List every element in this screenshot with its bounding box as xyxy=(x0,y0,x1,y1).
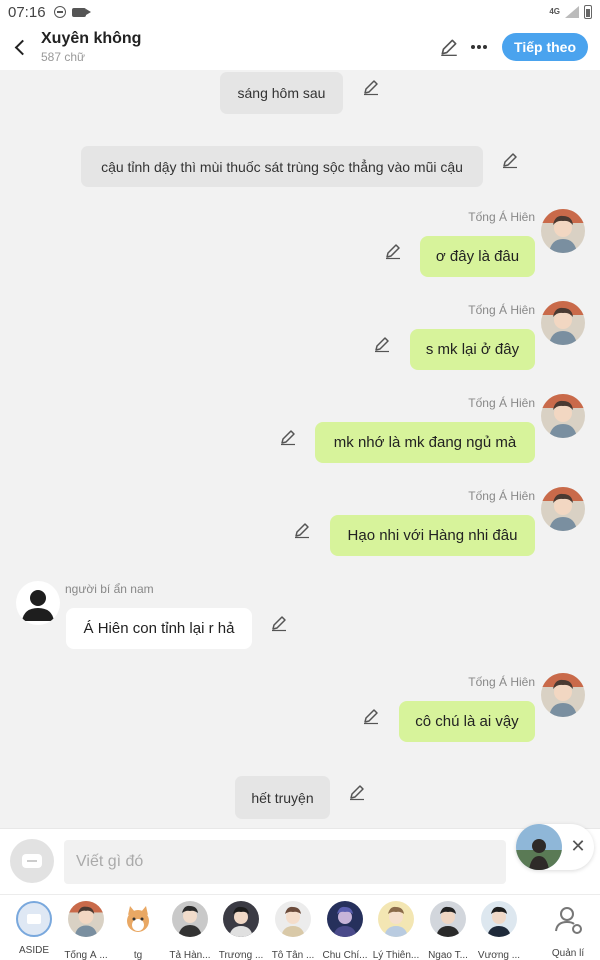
aside-avatar xyxy=(16,901,52,937)
character-bar: ASIDE Tống Á ... tg Tả Hàn... Trương ... xyxy=(0,894,600,960)
message-bubble[interactable]: Á Hiên con tỉnh lại r hả xyxy=(66,608,252,649)
avatar xyxy=(430,901,466,937)
character-name: Ngao T... xyxy=(428,950,468,960)
message-bubble[interactable]: cô chú là ai vậy xyxy=(399,701,535,742)
character-name: Tống Á ... xyxy=(64,950,108,960)
message-input[interactable]: Viết gì đó xyxy=(64,840,506,884)
edit-icon[interactable] xyxy=(384,242,402,260)
character-item[interactable]: Trương ... xyxy=(215,901,267,960)
avatar[interactable] xyxy=(16,581,60,625)
avatar[interactable] xyxy=(541,487,585,531)
speaker-name: Tống Á Hiên xyxy=(468,210,535,224)
character-item[interactable]: Vương ... xyxy=(473,901,525,960)
character-name: Chu Chí... xyxy=(322,950,368,960)
avatar xyxy=(481,901,517,937)
aside-icon xyxy=(22,854,42,868)
edit-icon[interactable] xyxy=(362,707,380,725)
manage-label: Quản lí xyxy=(551,948,585,959)
speaker-name: Tống Á Hiên xyxy=(468,489,535,503)
character-item[interactable]: Ngao T... xyxy=(422,901,474,960)
user-gear-icon xyxy=(555,907,582,934)
avatar[interactable] xyxy=(541,394,585,438)
back-icon xyxy=(14,39,30,55)
character-name: Tả Hàn... xyxy=(169,950,211,960)
do-not-disturb-icon xyxy=(53,6,66,18)
floating-avatar[interactable] xyxy=(516,824,562,870)
manage-characters-button[interactable]: Quản lí xyxy=(544,901,592,959)
aside-toggle-button[interactable] xyxy=(10,839,54,883)
character-name: tg xyxy=(133,950,143,960)
status-time: 07:16 xyxy=(8,3,46,21)
story-title: Xuyên không xyxy=(41,30,142,47)
signal-icon xyxy=(565,6,579,18)
character-item[interactable]: Chu Chí... xyxy=(319,901,371,960)
narration-bubble[interactable]: hết truyện xyxy=(235,776,330,819)
edit-icon[interactable] xyxy=(348,783,366,801)
character-name: ASIDE xyxy=(18,945,49,956)
floating-character-chip[interactable]: ✕ xyxy=(516,824,594,870)
next-button[interactable]: Tiếp theo xyxy=(502,33,588,61)
edit-icon[interactable] xyxy=(279,428,297,446)
edit-icon[interactable] xyxy=(362,78,380,96)
back-button[interactable] xyxy=(2,24,36,70)
avatar xyxy=(378,901,414,937)
avatar xyxy=(275,901,311,937)
avatar xyxy=(172,901,208,937)
edit-icon xyxy=(439,37,459,57)
character-item[interactable]: Tô Tân ... xyxy=(267,901,319,960)
app-header: Xuyên không 587 chữ Tiếp theo xyxy=(0,24,600,70)
character-item[interactable]: tg xyxy=(112,901,164,960)
chat-area: sáng hôm sau cậu tỉnh dậy thì mùi thuốc … xyxy=(0,70,600,828)
avatar[interactable] xyxy=(541,209,585,253)
edit-icon[interactable] xyxy=(293,521,311,539)
edit-button[interactable] xyxy=(434,32,464,62)
edit-icon[interactable] xyxy=(373,335,391,353)
avatar xyxy=(223,901,259,937)
character-item-aside[interactable]: ASIDE xyxy=(8,901,60,956)
message-bubble[interactable]: s mk lại ở đây xyxy=(410,329,535,370)
battery-icon xyxy=(584,5,592,19)
character-name: Tô Tân ... xyxy=(271,950,315,960)
edit-icon[interactable] xyxy=(501,151,519,169)
character-name: Trương ... xyxy=(218,950,264,960)
character-name: Vương ... xyxy=(477,950,521,960)
avatar xyxy=(327,901,363,937)
speaker-name: Tống Á Hiên xyxy=(468,396,535,410)
composer: Viết gì đó xyxy=(0,828,600,894)
network-type: 4G xyxy=(549,7,560,16)
narration-bubble[interactable]: cậu tỉnh dậy thì mùi thuốc sát trùng sộc… xyxy=(81,146,483,187)
message-bubble[interactable]: mk nhớ là mk đang ngủ mà xyxy=(315,422,535,463)
more-button[interactable] xyxy=(464,32,494,62)
avatar[interactable] xyxy=(541,301,585,345)
speaker-name: Tống Á Hiên xyxy=(468,303,535,317)
speaker-name: Tống Á Hiên xyxy=(468,675,535,689)
status-bar: 07:16 4G xyxy=(0,0,600,24)
narration-bubble[interactable]: sáng hôm sau xyxy=(220,72,343,114)
word-count: 587 chữ xyxy=(41,50,86,64)
avatar xyxy=(68,901,104,937)
avatar[interactable] xyxy=(541,673,585,717)
character-item[interactable]: Lý Thiên... xyxy=(370,901,422,960)
speaker-name: người bí ẩn nam xyxy=(65,582,154,596)
video-camera-icon xyxy=(71,7,91,17)
avatar xyxy=(120,901,156,937)
more-icon xyxy=(471,45,488,49)
close-icon[interactable]: ✕ xyxy=(568,836,588,856)
edit-icon[interactable] xyxy=(270,614,288,632)
message-bubble[interactable]: Hạo nhi với Hàng nhi đâu xyxy=(330,515,535,556)
message-bubble[interactable]: ơ đây là đâu xyxy=(420,236,535,277)
character-name: Lý Thiên... xyxy=(372,950,420,960)
character-item[interactable]: Tống Á ... xyxy=(60,901,112,960)
character-item[interactable]: Tả Hàn... xyxy=(164,901,216,960)
